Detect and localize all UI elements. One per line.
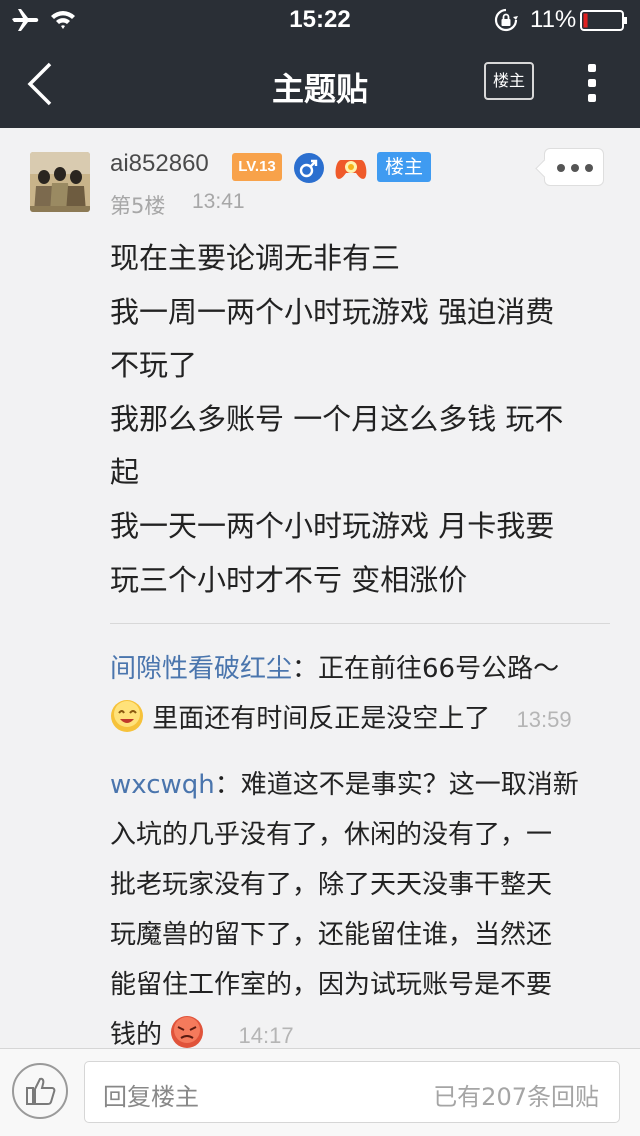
post-content: 现在主要论调无非有三 我一周一两个小时玩游戏 强迫消费 不玩了 我那么多账号 一… (110, 232, 615, 607)
thumbs-up-icon (26, 1077, 56, 1105)
bottom-bar: 回复楼主 已有207条回贴 (0, 1048, 640, 1136)
gamepad-badge-icon (335, 160, 367, 179)
sub-reply[interactable]: 间隙性看破红尘：正在前往66号公路～ 里面还有时间反正是没空上了 13:59 (110, 644, 610, 744)
reply-text: 批老玩家没有了，除了天天没事干整天 (110, 870, 553, 900)
male-icon (294, 153, 324, 183)
smiley-emoji-icon (111, 700, 143, 732)
content-line: 现在主要论调无非有三 (110, 241, 401, 275)
content-line: 我一天一两个小时玩游戏 月卡我要 (110, 508, 555, 543)
battery-icon (580, 10, 627, 31)
username[interactable]: ai852860 (110, 150, 209, 178)
angry-emoji-icon (171, 1016, 204, 1048)
content-line: 我一周一两个小时玩游戏 强迫消费 (110, 294, 555, 329)
avatar[interactable] (30, 152, 90, 212)
more-vertical-icon[interactable] (584, 64, 600, 106)
page-title: 主题贴 (271, 70, 368, 108)
top-bar: 15:22 11% 主题贴 楼主 (0, 0, 640, 128)
like-button[interactable] (12, 1063, 68, 1119)
reply-time: 13:59 (516, 707, 572, 732)
post-time: 13:41 (192, 190, 245, 213)
reply-text: 能留住工作室的，因为试玩账号是不要 (110, 970, 553, 1000)
reply-text: 里面还有时间反正是没空上了 (152, 704, 491, 734)
only-owner-button[interactable]: 楼主 (484, 62, 534, 100)
level-badge: LV.13 (232, 153, 282, 181)
reply-username[interactable]: wxcwqh (110, 770, 215, 800)
reply-text: 玩魔兽的留下了，还能留住谁，当然还 (110, 920, 553, 950)
battery-percent: 11% (530, 6, 577, 33)
content-line: 玩三个小时才不亏 变相涨价 (110, 562, 468, 597)
reply-input[interactable]: 回复楼主 已有207条回贴 (84, 1061, 620, 1123)
rotation-lock-icon (494, 8, 518, 32)
navigation-bar: 主题贴 楼主 (0, 40, 640, 128)
content-line: 起 (110, 455, 140, 490)
reply-text: 入坑的几乎没有了，休闲的没有了，一 (110, 820, 553, 850)
reply-username[interactable]: 间隙性看破红尘 (110, 654, 292, 684)
reply-time: 14:17 (238, 1023, 294, 1048)
reply-text: ：难道这不是事实？这一取消新 (214, 770, 579, 800)
post-floor: ai852860 LV.13 楼主 第5楼 13:41 现在主要论调无非有三 我… (0, 128, 640, 1050)
reply-text: ：正在前往66号公路～ (292, 654, 560, 684)
sub-reply[interactable]: wxcwqh：难道这不是事实？这一取消新 入坑的几乎没有了，休闲的没有了，一 批… (110, 760, 610, 1066)
floor-number: 第5楼 (110, 194, 166, 218)
status-bar: 15:22 11% (0, 0, 640, 40)
more-options-button[interactable] (535, 148, 604, 186)
owner-tag: 楼主 (377, 152, 431, 182)
reply-count: 已有207条回贴 (433, 1083, 599, 1111)
reply-text: 钱的 (110, 1020, 163, 1050)
divider (110, 623, 610, 624)
reply-placeholder: 回复楼主 (103, 1083, 199, 1111)
content-line: 我那么多账号 一个月这么多钱 玩不 (110, 401, 564, 436)
content-line: 不玩了 (110, 348, 198, 383)
